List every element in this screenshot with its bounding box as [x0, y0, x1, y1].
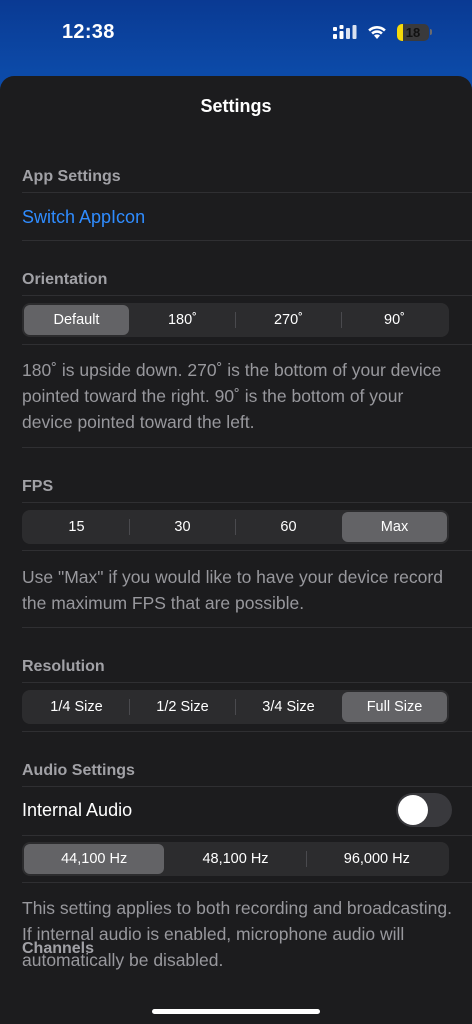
- audio-settings-header: Audio Settings: [22, 762, 135, 779]
- status-icons: 18: [333, 23, 432, 41]
- divider: [22, 682, 472, 683]
- audio-note: This setting applies to both recording a…: [22, 898, 452, 970]
- orientation-option-default[interactable]: Default: [24, 305, 129, 335]
- resolution-option-full[interactable]: Full Size: [342, 692, 447, 722]
- divider: [22, 344, 472, 345]
- channels-header: Channels: [22, 940, 95, 957]
- divider: [22, 882, 472, 883]
- divider: [22, 731, 472, 732]
- battery-icon: 18: [397, 23, 429, 41]
- battery-level-text: 18: [405, 24, 421, 40]
- divider: [22, 502, 472, 503]
- divider: [22, 627, 472, 628]
- wifi-icon: [368, 25, 386, 39]
- fps-option-max[interactable]: Max: [342, 512, 447, 542]
- fps-option-15[interactable]: 15: [24, 512, 129, 542]
- cellular-signal-icon: [333, 25, 357, 39]
- orientation-header: Orientation: [22, 271, 108, 288]
- screen: 12:38 18 Settings App Settings Switch Ap…: [0, 0, 472, 1024]
- divider: [22, 240, 472, 241]
- sample-rate-option-96000[interactable]: 96,000 Hz: [307, 844, 447, 874]
- orientation-option-180[interactable]: 180˚: [130, 305, 235, 335]
- resolution-header: Resolution: [22, 658, 105, 675]
- resolution-option-quarter[interactable]: 1/4 Size: [24, 692, 129, 722]
- sample-rate-option-44100[interactable]: 44,100 Hz: [24, 844, 165, 874]
- battery-indicator: 18: [397, 23, 432, 41]
- toggle-knob: [398, 795, 428, 825]
- sample-rate-segmented-control: 44,100 Hz 48,100 Hz 96,000 Hz: [22, 842, 449, 876]
- home-indicator[interactable]: [152, 1009, 320, 1014]
- settings-sheet: Settings App Settings Switch AppIcon Ori…: [0, 76, 472, 1024]
- internal-audio-label: Internal Audio: [22, 800, 133, 820]
- fps-option-30[interactable]: 30: [130, 512, 235, 542]
- sheet-title: Settings: [200, 96, 272, 116]
- status-time: 12:38: [62, 20, 115, 43]
- fps-note: Use "Max" if you would like to have your…: [22, 567, 443, 613]
- divider: [22, 192, 472, 193]
- fps-header: FPS: [22, 478, 54, 495]
- app-settings-header: App Settings: [22, 168, 121, 185]
- divider: [22, 295, 472, 296]
- status-bar: 12:38 18: [0, 0, 472, 64]
- switch-app-icon-button[interactable]: Switch AppIcon: [22, 207, 145, 228]
- orientation-option-270[interactable]: 270˚: [236, 305, 341, 335]
- resolution-segmented-control: 1/4 Size 1/2 Size 3/4 Size Full Size: [22, 690, 449, 724]
- resolution-option-half[interactable]: 1/2 Size: [130, 692, 235, 722]
- fps-option-60[interactable]: 60: [236, 512, 341, 542]
- divider: [22, 786, 472, 787]
- orientation-segmented-control: Default 180˚ 270˚ 90˚: [22, 303, 449, 337]
- battery-fill: [397, 23, 403, 41]
- orientation-option-90[interactable]: 90˚: [342, 305, 447, 335]
- battery-nub: [430, 29, 432, 35]
- divider: [22, 447, 472, 448]
- divider: [22, 550, 472, 551]
- internal-audio-toggle[interactable]: [396, 793, 452, 827]
- fps-segmented-control: 15 30 60 Max: [22, 510, 449, 544]
- divider: [22, 835, 472, 836]
- sample-rate-option-48100[interactable]: 48,100 Hz: [165, 844, 305, 874]
- orientation-note: 180˚ is upside down. 270˚ is the bottom …: [22, 360, 442, 432]
- resolution-option-three-quarter[interactable]: 3/4 Size: [236, 692, 341, 722]
